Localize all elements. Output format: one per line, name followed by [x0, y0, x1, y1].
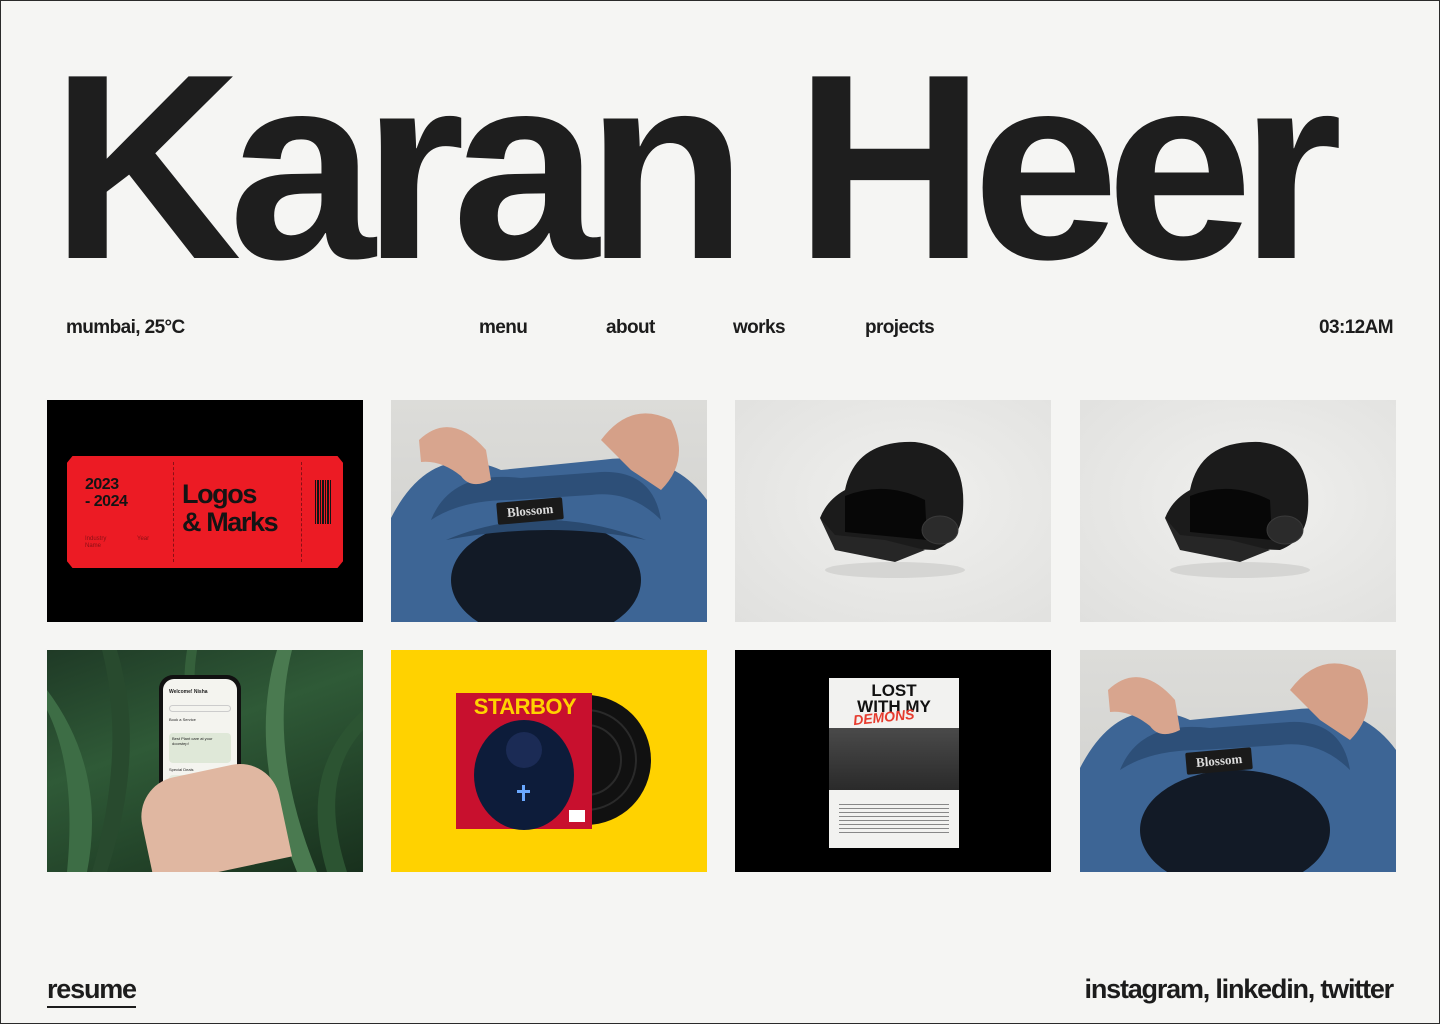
location-weather: mumbai, 25°C — [66, 317, 185, 338]
project-tile-logos[interactable]: 2023 - 2024 Logos & Marks Industry Name … — [47, 400, 363, 622]
social-links[interactable]: instagram, linkedin, twitter — [1085, 974, 1395, 1005]
helmet-image — [1165, 441, 1310, 578]
local-time: 03:12AM — [1319, 317, 1394, 338]
poster-portrait — [829, 728, 959, 790]
ticket-years: 2023 - 2024 — [85, 476, 128, 510]
resume-link[interactable]: resume — [47, 974, 137, 1008]
project-tile-shirt[interactable]: Blossom — [391, 400, 707, 622]
app-promo-card: Best Plant care at your doorstep! — [169, 733, 231, 763]
helmet-image — [820, 441, 965, 578]
app-section-title: Special Deals — [169, 767, 194, 772]
ticket-graphic: 2023 - 2024 Logos & Marks Industry Name … — [67, 456, 343, 568]
ticket-divider — [301, 462, 302, 562]
ticket-divider — [173, 462, 174, 562]
app-greeting: Welcome! Nisha — [169, 689, 208, 695]
album-vinyl-image — [456, 693, 651, 830]
hero-title: Karan Heer — [51, 19, 1343, 314]
app-promo-text: Best Plant care at your doorstep! — [172, 736, 213, 746]
barcode-icon — [315, 480, 331, 524]
ticket-small-text: Year — [137, 536, 150, 542]
ticket-title: Logos & Marks — [182, 479, 279, 537]
app-search-bar — [169, 705, 231, 712]
project-tile-poster[interactable]: LOST WITH MY DEMONS — [735, 650, 1051, 872]
poster-credits — [839, 804, 949, 834]
app-section-title: Book a Service — [169, 717, 196, 722]
project-tile-helmet[interactable] — [735, 400, 1051, 622]
nav-works[interactable]: works — [733, 317, 786, 339]
project-tile-plant-app[interactable]: Welcome! Nisha Book a Service Best Plant… — [47, 650, 363, 872]
project-tile-shirt[interactable]: Blossom — [1080, 650, 1396, 872]
album-title: STARBOY — [473, 694, 577, 719]
ticket-small-text: Industry Name — [85, 536, 107, 549]
nav-projects[interactable]: projects — [865, 317, 935, 339]
nav-about[interactable]: about — [606, 317, 655, 339]
nav-menu[interactable]: menu — [479, 317, 528, 339]
poster-sheet: LOST WITH MY DEMONS — [829, 678, 959, 848]
project-tile-helmet[interactable] — [1080, 400, 1396, 622]
project-tile-starboy[interactable]: STARBOY — [391, 650, 707, 872]
